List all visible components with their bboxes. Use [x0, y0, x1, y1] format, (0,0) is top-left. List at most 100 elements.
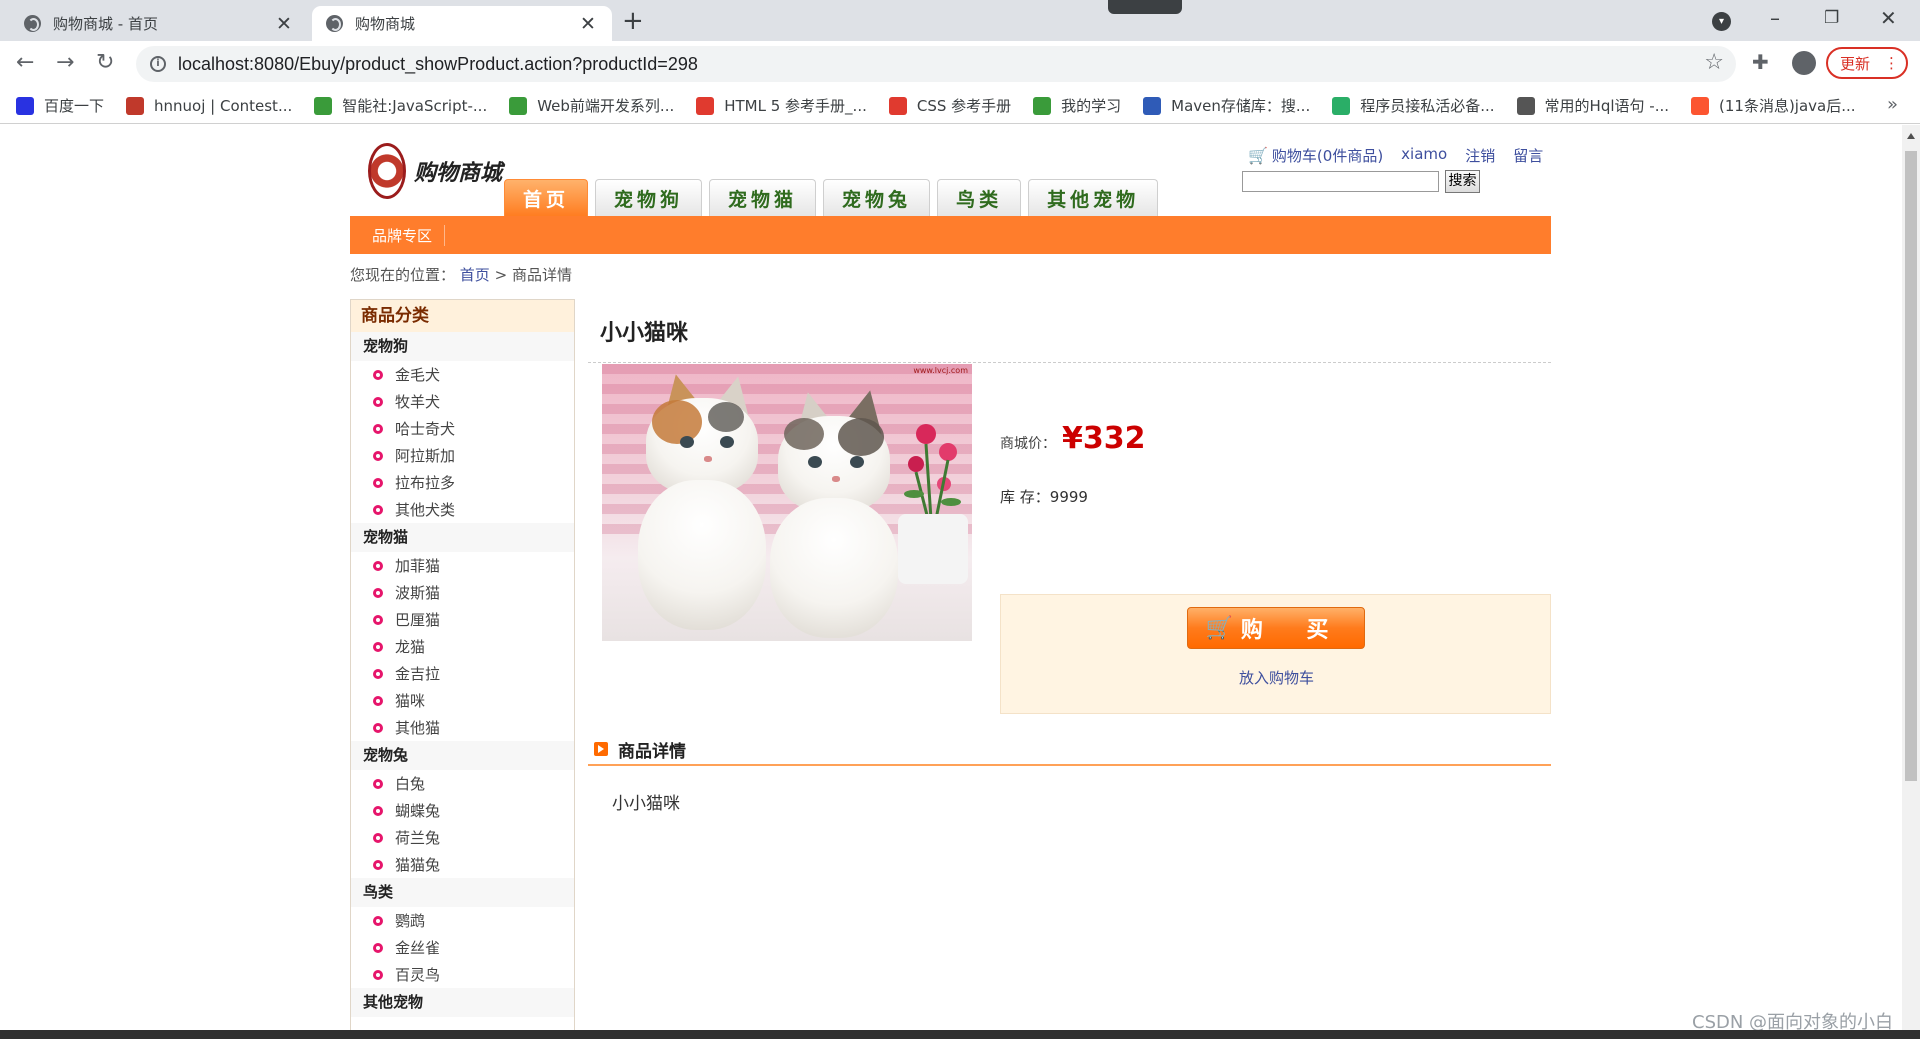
breadcrumb-separator: >	[494, 266, 508, 284]
top-links: 🛒 购物车(0件商品) xiamo 注销 留言	[1248, 145, 1543, 166]
sidebar-category[interactable]: 宠物兔	[351, 741, 574, 770]
cart-link[interactable]: 🛒 购物车(0件商品)	[1248, 145, 1383, 166]
update-button[interactable]: 更新 ⋮	[1826, 47, 1908, 79]
kitten-nose	[704, 456, 712, 462]
sidebar-item[interactable]: 波斯猫	[351, 579, 574, 606]
back-icon[interactable]: ←	[16, 50, 34, 75]
sidebar-category[interactable]: 宠物猫	[351, 523, 574, 552]
sidebar-item[interactable]: 牧羊犬	[351, 388, 574, 415]
sidebar-category[interactable]: 鸟类	[351, 878, 574, 907]
sidebar-item[interactable]: 荷兰兔	[351, 824, 574, 851]
site-info-icon[interactable]: i	[150, 56, 166, 72]
browser-tab-active[interactable]: 购物商城 ✕	[312, 6, 612, 41]
breadcrumb-home-link[interactable]: 首页	[460, 266, 490, 284]
nav-tab[interactable]: 宠物兔	[823, 179, 931, 216]
sidebar-item[interactable]: 金毛犬	[351, 361, 574, 388]
sidebar-list: 宠物狗 金毛犬 牧羊犬 哈士奇犬 阿拉斯加 拉布拉多 其他犬类 宠物猫 加菲猫 波斯猫 巴厘猫龙猫金…	[351, 332, 574, 1017]
baidu-icon	[16, 96, 34, 115]
sidebar-item-label: 龙猫	[395, 638, 426, 656]
address-bar[interactable]: i localhost:8080/Ebuy/product_showProduc…	[136, 46, 1736, 82]
bullet-icon	[373, 969, 383, 980]
close-tab-icon[interactable]: ✕	[578, 13, 598, 35]
sidebar-item[interactable]: 鹦鹉	[351, 907, 574, 934]
scrollbar-thumb[interactable]	[1905, 151, 1917, 781]
add-to-cart-link[interactable]: 放入购物车	[1001, 667, 1552, 688]
bookmark-item[interactable]: CSS 参考手册	[888, 95, 1011, 116]
buy-button-label: 购 买	[1240, 618, 1347, 643]
kitten-nose	[832, 476, 840, 482]
nav-tab[interactable]: 宠物狗	[595, 179, 703, 216]
bookmark-item[interactable]: hnnuoj | Contest...	[126, 96, 292, 115]
sidebar-item[interactable]: 阿拉斯加	[351, 442, 574, 469]
extensions-icon[interactable]: ✚	[1752, 50, 1769, 74]
scroll-up-icon[interactable]	[1907, 133, 1915, 139]
bookmark-item[interactable]: 我的学习	[1033, 95, 1121, 116]
image-watermark: www.lvcj.com	[913, 366, 968, 375]
sidebar-item[interactable]: 百灵鸟	[351, 961, 574, 988]
reload-icon[interactable]: ↻	[96, 50, 114, 75]
new-tab-button[interactable]: +	[622, 6, 644, 36]
sidebar-item[interactable]: 猫咪	[351, 687, 574, 714]
search-button[interactable]: 搜索	[1445, 170, 1480, 193]
buy-button[interactable]: 🛒 购 买	[1187, 607, 1365, 649]
bookmark-item[interactable]: 程序员接私活必备...	[1332, 95, 1495, 116]
sidebar-item[interactable]: 白兔	[351, 770, 574, 797]
bookmark-item[interactable]: Maven存储库：搜...	[1143, 95, 1310, 116]
kitten-patch	[652, 400, 702, 444]
kitten-eye	[680, 436, 694, 448]
sidebar-item[interactable]: 拉布拉多	[351, 469, 574, 496]
sidebar-item[interactable]: 猫猫兔	[351, 851, 574, 878]
bookmark-item[interactable]: 百度一下	[16, 95, 104, 116]
bookmark-item[interactable]: 常用的Hql语句 -...	[1516, 95, 1669, 116]
browser-tab-home[interactable]: 购物商城 - 首页 ✕	[10, 6, 308, 41]
sidebar-item-label: 白兔	[395, 775, 426, 793]
site-logo[interactable]: 购物商城	[368, 143, 502, 199]
bullet-icon	[373, 859, 383, 870]
sidebar-item[interactable]: 其他犬类	[351, 496, 574, 523]
nav-tab[interactable]: 鸟类	[937, 179, 1022, 216]
minimize-icon[interactable]: –	[1770, 6, 1780, 30]
bookmark-label: Web前端开发系列...	[537, 97, 675, 115]
bookmarks-more-icon[interactable]: »	[1887, 94, 1898, 115]
close-window-icon[interactable]: ✕	[1880, 6, 1897, 30]
tab-search-icon[interactable]: ▾	[1712, 12, 1731, 31]
sidebar-item[interactable]: 龙猫	[351, 633, 574, 660]
sidebar-item[interactable]: 金丝雀	[351, 934, 574, 961]
nav-tab[interactable]: 其他宠物	[1028, 179, 1159, 216]
forward-icon[interactable]: →	[56, 50, 74, 75]
bookmark-star-icon[interactable]: ☆	[1704, 50, 1724, 75]
nav-tab[interactable]: 宠物猫	[709, 179, 817, 216]
user-link[interactable]: xiamo	[1401, 145, 1447, 166]
sidebar-item[interactable]: 金吉拉	[351, 660, 574, 687]
close-tab-icon[interactable]: ✕	[274, 13, 294, 35]
sidebar-item[interactable]: 哈士奇犬	[351, 415, 574, 442]
bookmark-item[interactable]: (11条消息)java后...	[1691, 95, 1856, 116]
sidebar-item[interactable]: 其他猫	[351, 714, 574, 741]
bullet-icon	[373, 668, 383, 679]
maximize-icon[interactable]: ❐	[1824, 8, 1839, 28]
stock-label: 库 存：	[1000, 488, 1050, 506]
logout-link[interactable]: 注销	[1465, 145, 1495, 166]
nav-tab[interactable]: 首页	[504, 179, 589, 216]
sidebar-item[interactable]: 巴厘猫	[351, 606, 574, 633]
page-scrollbar[interactable]	[1902, 125, 1920, 1030]
more-menu-icon[interactable]: ⋮	[1884, 54, 1899, 72]
bookmark-item[interactable]: 智能社:JavaScript-...	[314, 95, 487, 116]
update-label: 更新	[1840, 54, 1871, 73]
sidebar-item[interactable]: 蝴蝶兔	[351, 797, 574, 824]
search-input[interactable]	[1242, 171, 1439, 192]
owl-icon	[696, 96, 715, 115]
category-bar: 品牌专区	[350, 216, 1551, 254]
sidebar-item[interactable]: 加菲猫	[351, 552, 574, 579]
brand-zone-link[interactable]: 品牌专区	[372, 224, 446, 246]
address-url[interactable]: localhost:8080/Ebuy/product_showProduct.…	[178, 54, 698, 75]
bookmark-item[interactable]: Web前端开发系列...	[509, 95, 674, 116]
buy-panel: 🛒 购 买 放入购物车	[1000, 594, 1551, 714]
sidebar-category[interactable]: 其他宠物	[351, 988, 574, 1017]
sidebar-category[interactable]: 宠物狗	[351, 332, 574, 361]
bookmark-item[interactable]: HTML 5 参考手册_...	[696, 95, 867, 116]
message-link[interactable]: 留言	[1513, 145, 1543, 166]
folder-icon	[509, 96, 528, 115]
profile-avatar[interactable]	[1792, 51, 1816, 75]
bullet-icon	[373, 614, 383, 625]
